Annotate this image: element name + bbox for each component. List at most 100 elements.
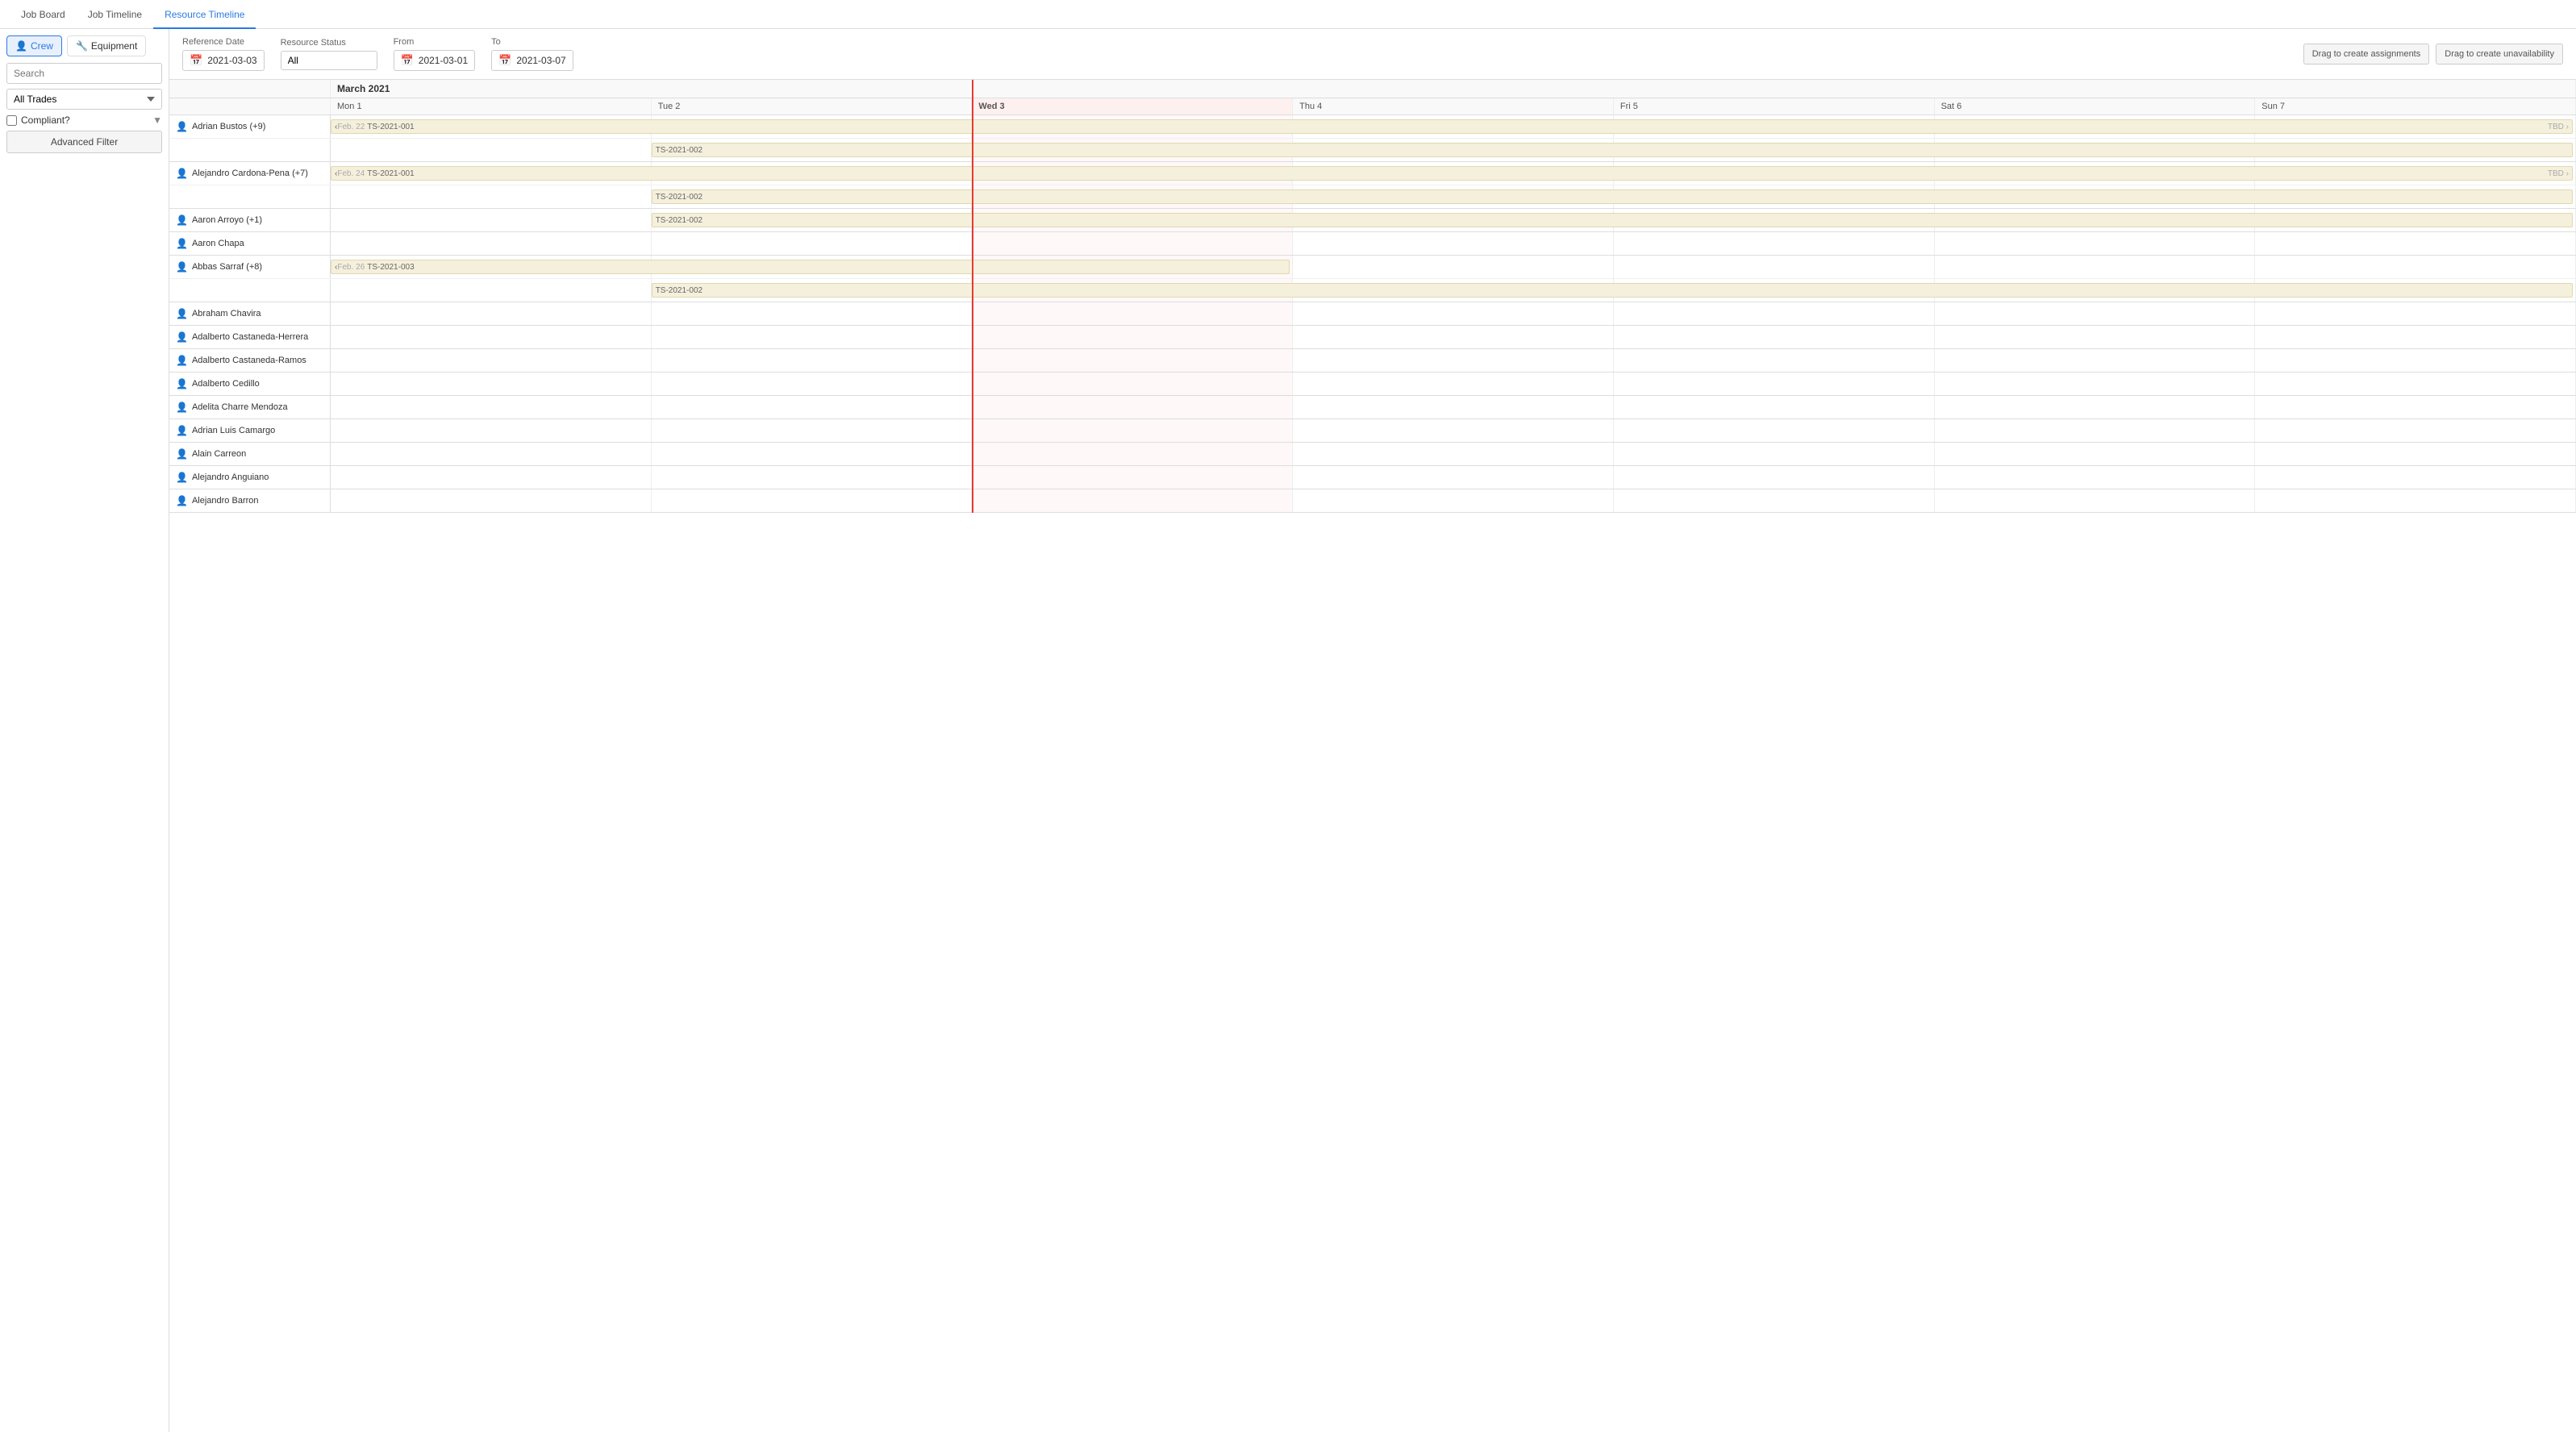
day-cell-11-0-4[interactable] (1614, 443, 1935, 465)
calendar-wrapper[interactable]: March 2021 Mon 1 Tue 2 Wed 3 Thu 4 Fri 5… (169, 80, 2576, 1432)
tab-equipment[interactable]: 🔧 Equipment (67, 35, 146, 56)
day-cell-10-0-2[interactable] (972, 419, 1293, 442)
day-cell-5-0-3[interactable] (1293, 302, 1614, 325)
day-cell-13-0-4[interactable] (1614, 489, 1935, 512)
to-date-input[interactable]: 📅 2021-03-07 (491, 50, 573, 71)
resource-status-select[interactable]: All (281, 51, 377, 70)
day-cell-6-0-2[interactable] (972, 326, 1293, 348)
day-cell-10-0-6[interactable] (2255, 419, 2576, 442)
day-cell-9-0-0[interactable] (331, 396, 652, 418)
from-date-input[interactable]: 📅 2021-03-01 (394, 50, 476, 71)
day-cell-2-0-0[interactable] (331, 209, 652, 231)
advanced-filter-button[interactable]: Advanced Filter (6, 131, 162, 153)
assignment-bar[interactable]: TS-2021-002 (652, 213, 2573, 227)
day-cell-9-0-2[interactable] (972, 396, 1293, 418)
day-cell-10-0-3[interactable] (1293, 419, 1614, 442)
day-cell-10-0-0[interactable] (331, 419, 652, 442)
day-cell-7-0-1[interactable] (652, 349, 973, 372)
day-cell-6-0-1[interactable] (652, 326, 973, 348)
day-cell-6-0-3[interactable] (1293, 326, 1614, 348)
day-cell-13-0-5[interactable] (1935, 489, 2256, 512)
day-cell-6-0-0[interactable] (331, 326, 652, 348)
day-cell-11-0-3[interactable] (1293, 443, 1614, 465)
day-cell-8-0-1[interactable] (652, 373, 973, 395)
assignment-bar[interactable]: ‹ Feb. 24TS-2021-001TBD › (331, 166, 2573, 181)
day-cell-5-0-6[interactable] (2255, 302, 2576, 325)
day-cell-1-1-0[interactable] (331, 185, 652, 208)
day-cell-3-0-1[interactable] (652, 232, 973, 255)
day-cell-9-0-5[interactable] (1935, 396, 2256, 418)
day-cell-10-0-5[interactable] (1935, 419, 2256, 442)
day-cell-7-0-4[interactable] (1614, 349, 1935, 372)
day-cell-7-0-6[interactable] (2255, 349, 2576, 372)
day-cell-13-0-2[interactable] (972, 489, 1293, 512)
day-cell-7-0-5[interactable] (1935, 349, 2256, 372)
day-cell-12-0-1[interactable] (652, 466, 973, 489)
day-cell-12-0-2[interactable] (972, 466, 1293, 489)
day-cell-13-0-6[interactable] (2255, 489, 2576, 512)
day-cell-10-0-4[interactable] (1614, 419, 1935, 442)
day-cell-3-0-2[interactable] (972, 232, 1293, 255)
day-cell-6-0-6[interactable] (2255, 326, 2576, 348)
day-cell-11-0-1[interactable] (652, 443, 973, 465)
day-cell-12-0-4[interactable] (1614, 466, 1935, 489)
day-cell-3-0-6[interactable] (2255, 232, 2576, 255)
day-cell-6-0-5[interactable] (1935, 326, 2256, 348)
day-cell-3-0-3[interactable] (1293, 232, 1614, 255)
day-cell-0-1-0[interactable] (331, 139, 652, 161)
assignment-bar[interactable]: ‹ Feb. 26TS-2021-003 (331, 260, 1290, 274)
tab-crew[interactable]: 👤 Crew (6, 35, 62, 56)
day-cell-4-0-6[interactable] (2255, 256, 2576, 278)
day-cell-8-0-4[interactable] (1614, 373, 1935, 395)
day-cell-7-0-0[interactable] (331, 349, 652, 372)
day-cell-11-0-2[interactable] (972, 443, 1293, 465)
day-cell-10-0-1[interactable] (652, 419, 973, 442)
day-cell-8-0-5[interactable] (1935, 373, 2256, 395)
day-cell-4-0-3[interactable] (1293, 256, 1614, 278)
assignment-bar[interactable]: ‹ Feb. 22TS-2021-001TBD › (331, 119, 2573, 134)
compliant-checkbox[interactable] (6, 115, 17, 126)
nav-job-board[interactable]: Job Board (10, 0, 77, 29)
assignment-bar[interactable]: TS-2021-002 (652, 189, 2573, 204)
day-cell-9-0-1[interactable] (652, 396, 973, 418)
day-cell-8-0-2[interactable] (972, 373, 1293, 395)
day-cell-7-0-2[interactable] (972, 349, 1293, 372)
day-cell-3-0-5[interactable] (1935, 232, 2256, 255)
day-cell-12-0-0[interactable] (331, 466, 652, 489)
day-cell-8-0-6[interactable] (2255, 373, 2576, 395)
nav-job-timeline[interactable]: Job Timeline (77, 0, 153, 29)
day-cell-9-0-3[interactable] (1293, 396, 1614, 418)
drag-unavailability-button[interactable]: Drag to create unavailability (2436, 44, 2563, 65)
day-cell-6-0-4[interactable] (1614, 326, 1935, 348)
day-cell-3-0-0[interactable] (331, 232, 652, 255)
search-input[interactable] (6, 63, 162, 84)
day-cell-8-0-0[interactable] (331, 373, 652, 395)
day-cell-11-0-0[interactable] (331, 443, 652, 465)
day-cell-12-0-6[interactable] (2255, 466, 2576, 489)
day-cell-7-0-3[interactable] (1293, 349, 1614, 372)
day-cell-8-0-3[interactable] (1293, 373, 1614, 395)
assignment-bar[interactable]: TS-2021-002 (652, 283, 2573, 298)
day-cell-4-0-4[interactable] (1614, 256, 1935, 278)
reference-date-input[interactable]: 📅 2021-03-03 (182, 50, 265, 71)
day-cell-9-0-4[interactable] (1614, 396, 1935, 418)
day-cell-4-0-5[interactable] (1935, 256, 2256, 278)
day-cell-3-0-4[interactable] (1614, 232, 1935, 255)
day-cell-12-0-5[interactable] (1935, 466, 2256, 489)
trades-dropdown[interactable]: All Trades (6, 89, 162, 110)
day-cell-5-0-4[interactable] (1614, 302, 1935, 325)
day-cell-5-0-5[interactable] (1935, 302, 2256, 325)
nav-resource-timeline[interactable]: Resource Timeline (153, 0, 256, 29)
day-cell-5-0-2[interactable] (972, 302, 1293, 325)
day-cell-13-0-3[interactable] (1293, 489, 1614, 512)
drag-assignments-button[interactable]: Drag to create assignments (2303, 44, 2430, 65)
day-cell-11-0-6[interactable] (2255, 443, 2576, 465)
day-cell-9-0-6[interactable] (2255, 396, 2576, 418)
resource-status-dropdown[interactable]: All (281, 52, 377, 69)
day-cell-11-0-5[interactable] (1935, 443, 2256, 465)
day-cell-5-0-1[interactable] (652, 302, 973, 325)
day-cell-13-0-1[interactable] (652, 489, 973, 512)
day-cell-5-0-0[interactable] (331, 302, 652, 325)
assignment-bar[interactable]: TS-2021-002 (652, 143, 2573, 157)
day-cell-13-0-0[interactable] (331, 489, 652, 512)
